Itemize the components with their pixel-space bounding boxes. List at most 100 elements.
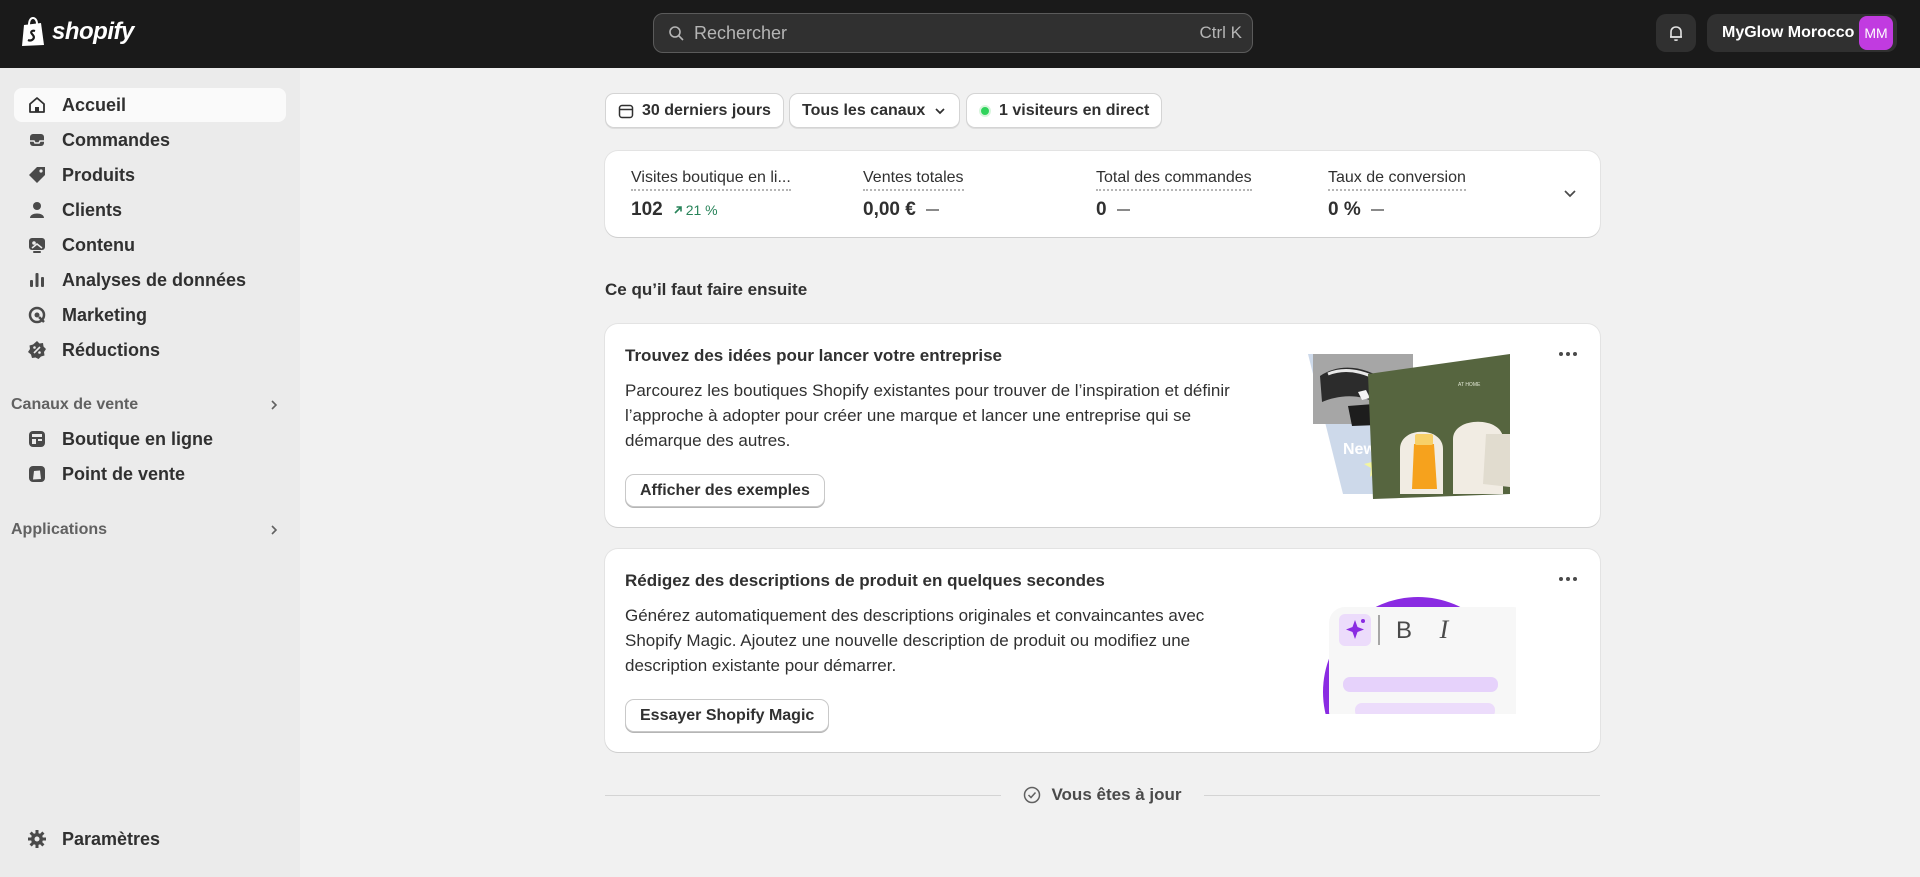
- trend-value: 21 %: [685, 202, 718, 218]
- bold-format-icon: B: [1396, 617, 1412, 644]
- sidebar-item-commandes[interactable]: Commandes: [14, 123, 286, 157]
- sidebar-item-label: Commandes: [62, 129, 171, 150]
- home-icon: [29, 97, 45, 113]
- gear-icon: [28, 830, 46, 848]
- metric-value: 0: [1096, 199, 1107, 220]
- applications-label: Applications: [11, 521, 108, 538]
- no-change-dash: [1370, 209, 1384, 211]
- metric-value: 0 %: [1328, 199, 1361, 220]
- task-title: Trouvez des idées pour lancer votre entr…: [625, 346, 1002, 365]
- expand-metrics-chevron-icon[interactable]: [1562, 185, 1578, 201]
- next-steps-title: Ce qu’il faut faire ensuite: [605, 280, 808, 299]
- live-visitors-label: 1 visiteurs en direct: [999, 101, 1150, 119]
- avatar: MM: [1859, 16, 1893, 50]
- metric-value: 102: [631, 199, 663, 220]
- chevron-right-icon: [271, 400, 278, 410]
- store-name: MyGlow Morocco: [1722, 24, 1855, 41]
- inbox-icon: [30, 134, 44, 146]
- metric-label: Total des commandes: [1096, 169, 1252, 191]
- sidebar-item-parametres[interactable]: Paramètres: [14, 822, 286, 856]
- metric-value: 0,00 €: [863, 199, 916, 220]
- metric-label: Taux de conversion: [1328, 169, 1466, 191]
- sidebar-item-reductions[interactable]: Réductions: [14, 333, 286, 367]
- bell-icon: [1670, 26, 1682, 42]
- metric-total-sales[interactable]: Ventes totales 0,00 €: [863, 169, 964, 221]
- sidebar-item-label: Clients: [62, 199, 123, 220]
- task-card-ideas: Trouvez des idées pour lancer votre entr…: [605, 324, 1600, 527]
- chevron-down-icon: [935, 107, 945, 114]
- chevron-right-icon: [271, 525, 278, 535]
- sidebar-item-label: Point de vente: [62, 463, 186, 484]
- sidebar-item-label: Produits: [62, 164, 136, 185]
- channels-label: Tous les canaux: [802, 101, 926, 119]
- sidebar-item-boutique-en-ligne[interactable]: Boutique en ligne: [14, 422, 286, 456]
- sales-channels-label: Canaux de vente: [11, 396, 139, 413]
- person-icon: [30, 202, 44, 218]
- check-circle-icon: [1024, 786, 1041, 804]
- illustration-caption: AT HOME: [1458, 382, 1481, 388]
- search-input[interactable]: [694, 22, 1200, 44]
- metric-conversion-rate[interactable]: Taux de conversion 0 %: [1328, 169, 1466, 221]
- metric-online-store-visits[interactable]: Visites boutique en li... 102 21 %: [631, 169, 791, 221]
- task-description: Parcourez les boutiques Shopify existant…: [625, 381, 1230, 450]
- no-change-dash: [1116, 209, 1130, 211]
- channels-dropdown[interactable]: Tous les canaux: [789, 93, 961, 128]
- up-to-date-divider: Vous êtes à jour: [605, 783, 1600, 807]
- try-shopify-magic-button[interactable]: Essayer Shopify Magic: [625, 699, 830, 732]
- sidebar-item-accueil[interactable]: Accueil: [14, 88, 286, 122]
- italic-format-icon: I: [1439, 615, 1450, 644]
- image-icon: [29, 238, 45, 253]
- metric-label: Ventes totales: [863, 169, 964, 191]
- sidebar-item-label: Paramètres: [62, 828, 161, 849]
- bar-chart-icon: [30, 273, 44, 287]
- target-icon: [28, 306, 46, 324]
- store-icon: [29, 431, 45, 447]
- up-to-date-label: Vous êtes à jour: [1051, 785, 1182, 804]
- divider-line: [1203, 794, 1600, 796]
- shopify-logo[interactable]: shopify: [20, 17, 134, 47]
- sidebar: Accueil Commandes Produits Clients Conte…: [0, 68, 300, 877]
- live-visitors-button[interactable]: 1 visiteurs en direct: [966, 93, 1163, 128]
- show-examples-button[interactable]: Afficher des exemples: [625, 474, 825, 507]
- sidebar-item-produits[interactable]: Produits: [14, 158, 286, 192]
- sidebar-item-marketing[interactable]: Marketing: [14, 298, 286, 332]
- live-status-dot: [979, 104, 991, 117]
- sidebar-item-point-de-vente[interactable]: Point de vente: [14, 457, 286, 491]
- applications-section[interactable]: Applications: [11, 518, 281, 542]
- account-menu-button[interactable]: MyGlow Morocco MM: [1707, 14, 1897, 52]
- date-range-button[interactable]: 30 derniers jours: [605, 93, 784, 128]
- search-bar[interactable]: Ctrl K: [653, 13, 1253, 53]
- divider-line: [605, 794, 1002, 796]
- metric-label: Visites boutique en li...: [631, 169, 791, 191]
- arrow-up-right-icon: [674, 206, 682, 214]
- task-card-product-descriptions: Rédigez des descriptions de produit en q…: [605, 549, 1600, 752]
- calendar-icon: [618, 104, 634, 118]
- metric-total-orders[interactable]: Total des commandes 0: [1096, 169, 1252, 221]
- shopify-bag-icon: [22, 17, 44, 46]
- sidebar-item-label: Analyses de données: [62, 269, 247, 290]
- discount-icon: [28, 341, 46, 359]
- sales-channels-section[interactable]: Canaux de vente: [11, 393, 281, 417]
- sidebar-item-analyses[interactable]: Analyses de données: [14, 263, 286, 297]
- notifications-button[interactable]: [1656, 14, 1696, 52]
- sidebar-item-label: Boutique en ligne: [62, 428, 213, 449]
- search-shortcut: Ctrl K: [1199, 23, 1243, 42]
- sidebar-item-label: Contenu: [62, 234, 135, 255]
- top-bar: shopify Ctrl K MyGlow Morocco MM: [0, 0, 1920, 68]
- task-title: Rédigez des descriptions de produit en q…: [625, 571, 1105, 590]
- more-options-icon[interactable]: [1556, 346, 1580, 362]
- brand-name: shopify: [52, 18, 134, 45]
- sidebar-item-contenu[interactable]: Contenu: [14, 228, 286, 262]
- date-range-label: 30 derniers jours: [642, 101, 771, 119]
- trend-indicator: 21 %: [673, 202, 718, 218]
- sidebar-item-clients[interactable]: Clients: [14, 193, 286, 227]
- store-examples-illustration: New AT HOME: [1308, 354, 1510, 499]
- shopify-magic-illustration: B I: [1323, 597, 1516, 714]
- up-to-date-status: Vous êtes à jour: [1001, 785, 1203, 805]
- pos-icon: [29, 466, 45, 482]
- task-description: Générez automatiquement des descriptions…: [625, 606, 1205, 675]
- tag-icon: [29, 167, 45, 183]
- more-options-icon[interactable]: [1556, 571, 1580, 587]
- search-icon: [669, 26, 684, 41]
- metrics-card: Visites boutique en li... 102 21 % Vente…: [605, 151, 1600, 237]
